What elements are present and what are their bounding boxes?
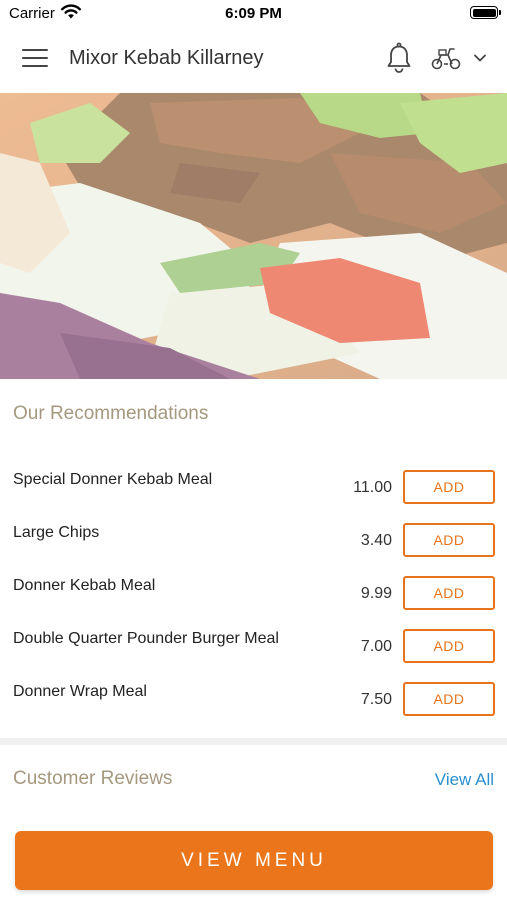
menu-icon[interactable] xyxy=(22,49,48,69)
hero-image xyxy=(0,93,507,379)
list-item: Double Quarter Pounder Burger Meal 7.00 … xyxy=(0,628,507,681)
item-price: 3.40 xyxy=(360,532,392,549)
recommendations-title: Our Recommendations xyxy=(13,403,209,424)
item-name: Donner Kebab Meal xyxy=(13,577,156,594)
item-name: Special Donner Kebab Meal xyxy=(13,471,213,488)
item-name: Double Quarter Pounder Burger Meal xyxy=(13,630,279,647)
add-button[interactable]: ADD xyxy=(403,470,495,504)
item-price: 7.50 xyxy=(360,691,392,708)
app-header: Mixor Kebab Killarney xyxy=(0,26,507,93)
status-time: 6:09 PM xyxy=(225,5,282,22)
chevron-down-icon[interactable] xyxy=(472,52,488,64)
add-button[interactable]: ADD xyxy=(403,682,495,716)
item-name: Donner Wrap Meal xyxy=(13,683,147,700)
bell-icon[interactable] xyxy=(384,42,414,74)
reviews-title: Customer Reviews xyxy=(13,768,173,789)
list-item: Donner Wrap Meal 7.50 ADD xyxy=(0,681,507,734)
list-item: Large Chips 3.40 ADD xyxy=(0,522,507,575)
view-all-link[interactable]: View All xyxy=(435,770,494,790)
list-item: Donner Kebab Meal 9.99 ADD xyxy=(0,575,507,628)
section-divider xyxy=(0,738,507,745)
add-button[interactable]: ADD xyxy=(403,523,495,557)
item-price: 9.99 xyxy=(360,585,392,602)
battery-icon xyxy=(470,6,501,19)
add-button[interactable]: ADD xyxy=(403,576,495,610)
add-button[interactable]: ADD xyxy=(403,629,495,663)
item-price: 11.00 xyxy=(353,479,392,496)
page-title: Mixor Kebab Killarney xyxy=(69,47,264,69)
status-bar: Carrier 6:09 PM xyxy=(0,0,507,26)
item-price: 7.00 xyxy=(360,638,392,655)
scooter-icon[interactable] xyxy=(430,45,462,71)
item-name: Large Chips xyxy=(13,524,100,541)
list-item: Special Donner Kebab Meal 11.00 ADD xyxy=(0,469,507,522)
view-menu-button[interactable]: VIEW MENU xyxy=(15,831,493,890)
hero-overlay xyxy=(0,93,507,379)
